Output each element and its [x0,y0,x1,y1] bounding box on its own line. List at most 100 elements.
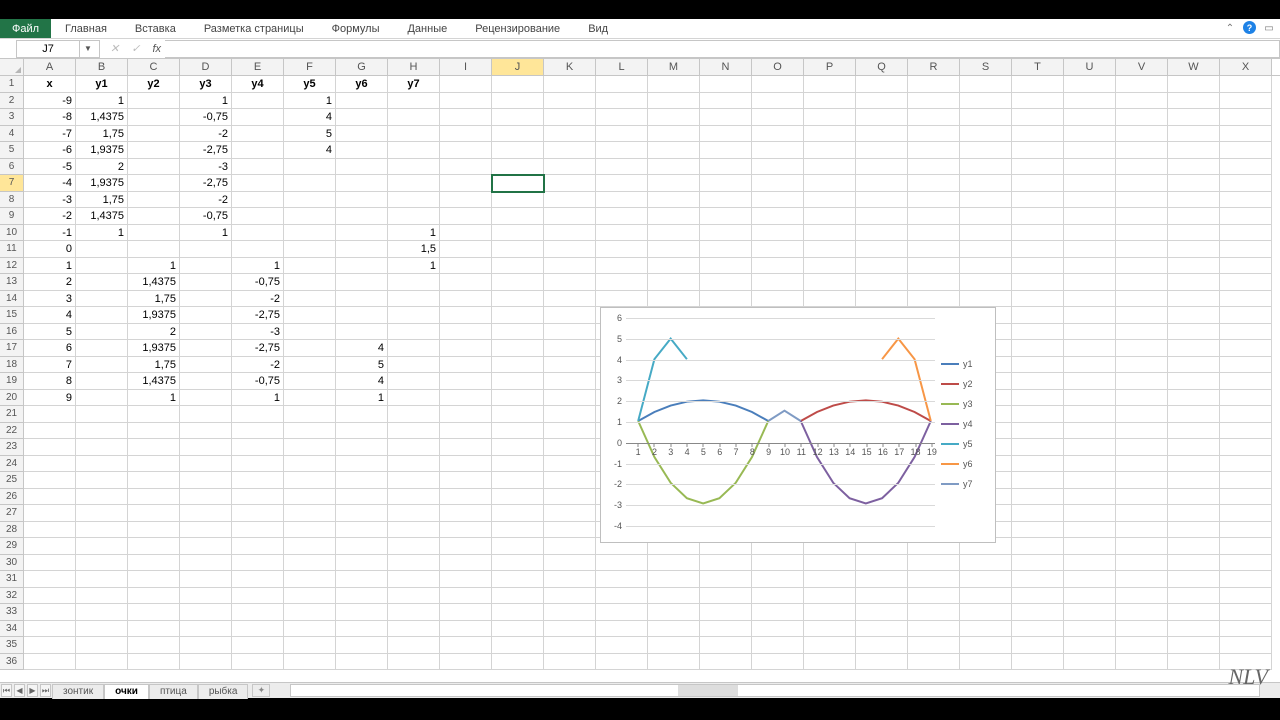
cell[interactable] [180,423,232,440]
cell[interactable] [76,522,128,539]
cell[interactable] [336,456,388,473]
cell[interactable] [752,109,804,126]
cell[interactable] [1116,126,1168,143]
cell[interactable] [76,373,128,390]
cell[interactable] [856,555,908,572]
cell[interactable] [1116,142,1168,159]
cell[interactable] [1116,208,1168,225]
cell[interactable] [804,258,856,275]
cell[interactable] [1220,604,1272,621]
cell[interactable] [336,192,388,209]
cell[interactable] [1064,76,1116,93]
cell[interactable] [388,406,440,423]
cell[interactable] [856,109,908,126]
cell[interactable] [336,93,388,110]
cell[interactable] [492,142,544,159]
row-header[interactable]: 33 [0,604,24,621]
row-header[interactable]: 19 [0,373,24,390]
cell[interactable] [284,472,336,489]
cell[interactable] [232,456,284,473]
row-header[interactable]: 17 [0,340,24,357]
cell[interactable] [700,258,752,275]
cell[interactable]: -2 [232,357,284,374]
cell[interactable] [180,291,232,308]
cell[interactable] [1012,472,1064,489]
row-header[interactable]: 27 [0,505,24,522]
cell[interactable] [1012,505,1064,522]
cell[interactable] [1064,175,1116,192]
cell[interactable] [128,225,180,242]
cell[interactable] [336,522,388,539]
cell[interactable] [24,472,76,489]
cell[interactable] [908,588,960,605]
cell[interactable] [232,489,284,506]
cell[interactable] [284,208,336,225]
cell[interactable] [1012,340,1064,357]
cell[interactable] [284,456,336,473]
cell[interactable]: 2 [24,274,76,291]
cell[interactable]: 1,75 [76,192,128,209]
cell[interactable] [752,291,804,308]
cell[interactable] [544,621,596,638]
cell[interactable] [1012,274,1064,291]
cell[interactable] [1168,423,1220,440]
cell[interactable]: 1,75 [128,291,180,308]
cell[interactable] [960,126,1012,143]
cell[interactable] [76,604,128,621]
cell[interactable] [1012,571,1064,588]
cell[interactable] [388,456,440,473]
cell[interactable] [544,472,596,489]
cell[interactable] [180,258,232,275]
cell[interactable]: 1,75 [128,357,180,374]
cell[interactable] [76,588,128,605]
ribbon-minimize-icon[interactable]: ⌃ [1223,21,1237,35]
cell[interactable] [284,274,336,291]
cell[interactable] [284,588,336,605]
cell[interactable] [492,357,544,374]
cell[interactable] [1116,241,1168,258]
cell[interactable] [856,208,908,225]
cell[interactable] [1012,456,1064,473]
tab-pagelayout[interactable]: Разметка страницы [190,19,318,38]
cell[interactable] [856,637,908,654]
cell[interactable] [440,225,492,242]
cell[interactable]: 4 [336,373,388,390]
cell[interactable]: x [24,76,76,93]
cell[interactable] [440,538,492,555]
cell[interactable] [76,637,128,654]
cell[interactable]: 1,4375 [128,373,180,390]
cell[interactable] [388,538,440,555]
cell[interactable] [596,159,648,176]
cell[interactable] [544,192,596,209]
row-header[interactable]: 36 [0,654,24,671]
cell[interactable] [128,505,180,522]
cell[interactable] [908,159,960,176]
cell[interactable]: -4 [24,175,76,192]
cell[interactable] [1116,571,1168,588]
cell[interactable] [180,505,232,522]
cell[interactable] [544,159,596,176]
sheet-nav-last[interactable]: ⏭ [40,684,51,697]
cell[interactable] [1064,241,1116,258]
cell[interactable] [232,654,284,671]
cell[interactable]: -0,75 [180,109,232,126]
cell[interactable] [128,571,180,588]
cell[interactable] [180,439,232,456]
cell[interactable] [128,175,180,192]
cell[interactable] [648,126,700,143]
row-header[interactable]: 5 [0,142,24,159]
cell[interactable] [76,472,128,489]
cell[interactable] [128,621,180,638]
cell[interactable] [648,258,700,275]
cell[interactable] [648,93,700,110]
cell[interactable] [1012,324,1064,341]
cell[interactable] [388,208,440,225]
row-header[interactable]: 10 [0,225,24,242]
cell[interactable] [804,291,856,308]
cell[interactable] [960,142,1012,159]
cell[interactable] [76,654,128,671]
row-header[interactable]: 28 [0,522,24,539]
cell[interactable] [1116,109,1168,126]
cell[interactable]: y3 [180,76,232,93]
file-tab[interactable]: Файл [0,19,51,38]
